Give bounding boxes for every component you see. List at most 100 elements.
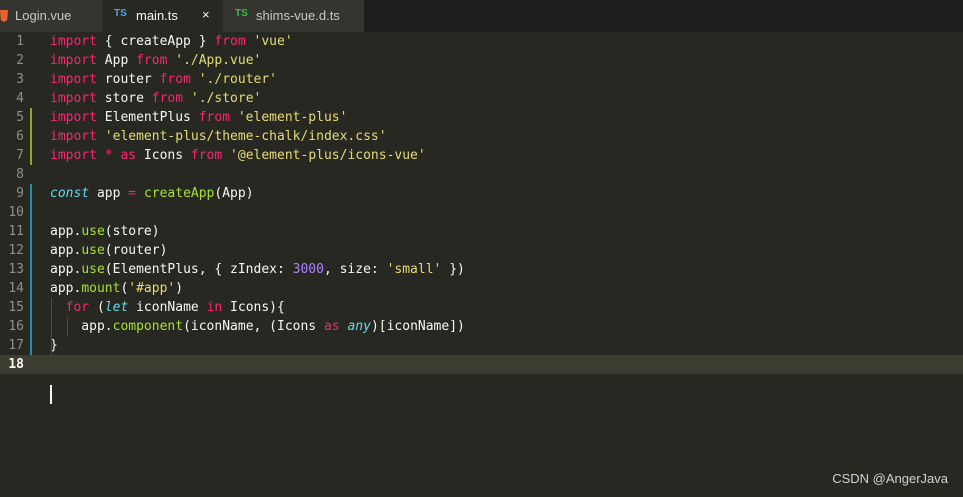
code-line[interactable]: 13 app.use(ElementPlus, { zIndex: 3000, s… <box>0 260 963 279</box>
code-token: '@element-plus/icons-vue' <box>230 148 426 163</box>
code-text: import App from './App.vue' <box>50 51 261 70</box>
code-token: from <box>136 53 168 68</box>
code-line[interactable]: 18 <box>0 355 963 374</box>
code-line[interactable]: 3 import router from './router' <box>0 70 963 89</box>
code-text: const app = createApp(App) <box>50 184 254 203</box>
line-number: 16 <box>8 319 24 334</box>
line-number: 14 <box>8 281 24 296</box>
code-token: 'vue' <box>253 34 293 49</box>
code-token: from <box>151 91 184 106</box>
code-token: (App) <box>214 186 254 201</box>
close-icon[interactable]: × <box>202 7 210 22</box>
code-token: const <box>50 186 90 201</box>
code-token: 'element-plus/theme-chalk/index.css' <box>104 129 387 144</box>
code-editor[interactable]: 1 import { createApp } from 'vue' 2 import … <box>0 32 963 497</box>
watermark: CSDN @AngerJava <box>832 471 948 486</box>
code-token: createApp <box>143 186 215 201</box>
line-number: 13 <box>8 262 24 277</box>
code-line[interactable]: 8 <box>0 165 963 184</box>
code-line[interactable]: 10 <box>0 203 963 222</box>
tab-label: main.ts <box>136 8 178 23</box>
code-text: import store from './store' <box>50 89 261 108</box>
code-line[interactable]: 16 app.component(iconName, (Icons as any… <box>0 317 963 336</box>
code-token: (router) <box>104 243 168 258</box>
code-line[interactable]: 6 import 'element-plus/theme-chalk/index.… <box>0 127 963 146</box>
code-token: component <box>112 319 184 334</box>
code-token: app. <box>50 224 82 239</box>
tab-main-ts[interactable]: TS main.ts × <box>103 0 223 32</box>
tab-login-vue[interactable]: Login.vue <box>0 0 103 32</box>
line-number: 8 <box>16 167 24 182</box>
text-cursor <box>50 385 52 404</box>
code-token: mount <box>81 281 121 296</box>
code-token: from <box>214 34 246 49</box>
code-line[interactable]: 5 import ElementPlus from 'element-plus' <box>0 108 963 127</box>
code-line[interactable]: 15 for (let iconName in Icons){ <box>0 298 963 317</box>
line-number: 2 <box>16 53 24 68</box>
line-number: 3 <box>16 72 24 87</box>
code-token: = <box>128 186 137 201</box>
code-text: app.use(router) <box>50 241 167 260</box>
code-line[interactable]: 7 import * as Icons from '@element-plus/i… <box>0 146 963 165</box>
code-line[interactable]: 2 import App from './App.vue' <box>0 51 963 70</box>
line-number: 15 <box>8 300 24 315</box>
git-added-marker <box>30 184 32 355</box>
code-token: '#app' <box>128 281 176 296</box>
indent-guide <box>51 298 52 355</box>
code-text: import router from './router' <box>50 70 277 89</box>
code-line[interactable]: 9 const app = createApp(App) <box>0 184 963 203</box>
code-text: import 'element-plus/theme-chalk/index.c… <box>50 127 387 146</box>
code-token: app. <box>50 319 113 334</box>
code-token: Icons <box>136 148 191 163</box>
code-token: app. <box>50 262 82 277</box>
code-token: Icons){ <box>222 300 285 315</box>
code-token: app. <box>50 281 82 296</box>
code-token: app <box>89 186 129 201</box>
code-token: './router' <box>198 72 278 87</box>
code-token: import <box>50 34 97 49</box>
code-token: from <box>190 148 223 163</box>
code-token: router <box>96 72 160 87</box>
code-text: for (let iconName in Icons){ <box>50 298 285 317</box>
code-text: app.use(ElementPlus, { zIndex: 3000, siz… <box>50 260 465 279</box>
code-token: as <box>323 319 340 334</box>
code-text: import { createApp } from 'vue' <box>50 32 293 51</box>
code-text: import ElementPlus from 'element-plus' <box>50 108 347 127</box>
code-token: import <box>50 110 97 125</box>
code-token: import <box>50 91 97 106</box>
code-token: from <box>198 110 231 125</box>
html5-icon <box>0 10 8 22</box>
line-number: 18 <box>8 357 24 372</box>
code-text: app.use(store) <box>50 222 160 241</box>
code-token: store <box>96 91 152 106</box>
tab-shims-vue-d-ts[interactable]: TS shims-vue.d.ts <box>223 0 364 32</box>
code-token: ElementPlus <box>96 110 199 125</box>
code-token: import <box>50 148 97 163</box>
line-number: 1 <box>16 34 24 49</box>
code-token: use <box>81 262 105 277</box>
tab-label: shims-vue.d.ts <box>256 8 340 23</box>
code-line[interactable]: 14 app.mount('#app') <box>0 279 963 298</box>
code-line[interactable]: 4 import store from './store' <box>0 89 963 108</box>
code-token: App <box>96 53 137 68</box>
typescript-icon: TS <box>235 8 248 19</box>
code-line[interactable]: 12 app.use(router) <box>0 241 963 260</box>
line-number: 11 <box>8 224 24 239</box>
code-token: from <box>159 72 191 87</box>
code-token: ( <box>89 300 105 315</box>
line-number: 7 <box>16 148 24 163</box>
code-token: (store) <box>104 224 160 239</box>
git-modified-marker <box>30 108 32 165</box>
code-line[interactable]: 1 import { createApp } from 'vue' <box>0 32 963 51</box>
code-line[interactable]: 17} <box>0 336 963 355</box>
code-token: 'small' <box>386 262 442 277</box>
code-token: { createApp } <box>96 34 215 49</box>
code-line[interactable]: 11 app.use(store) <box>0 222 963 241</box>
code-token: import <box>50 53 97 68</box>
code-token: import <box>50 129 97 144</box>
line-number: 17 <box>8 338 24 353</box>
